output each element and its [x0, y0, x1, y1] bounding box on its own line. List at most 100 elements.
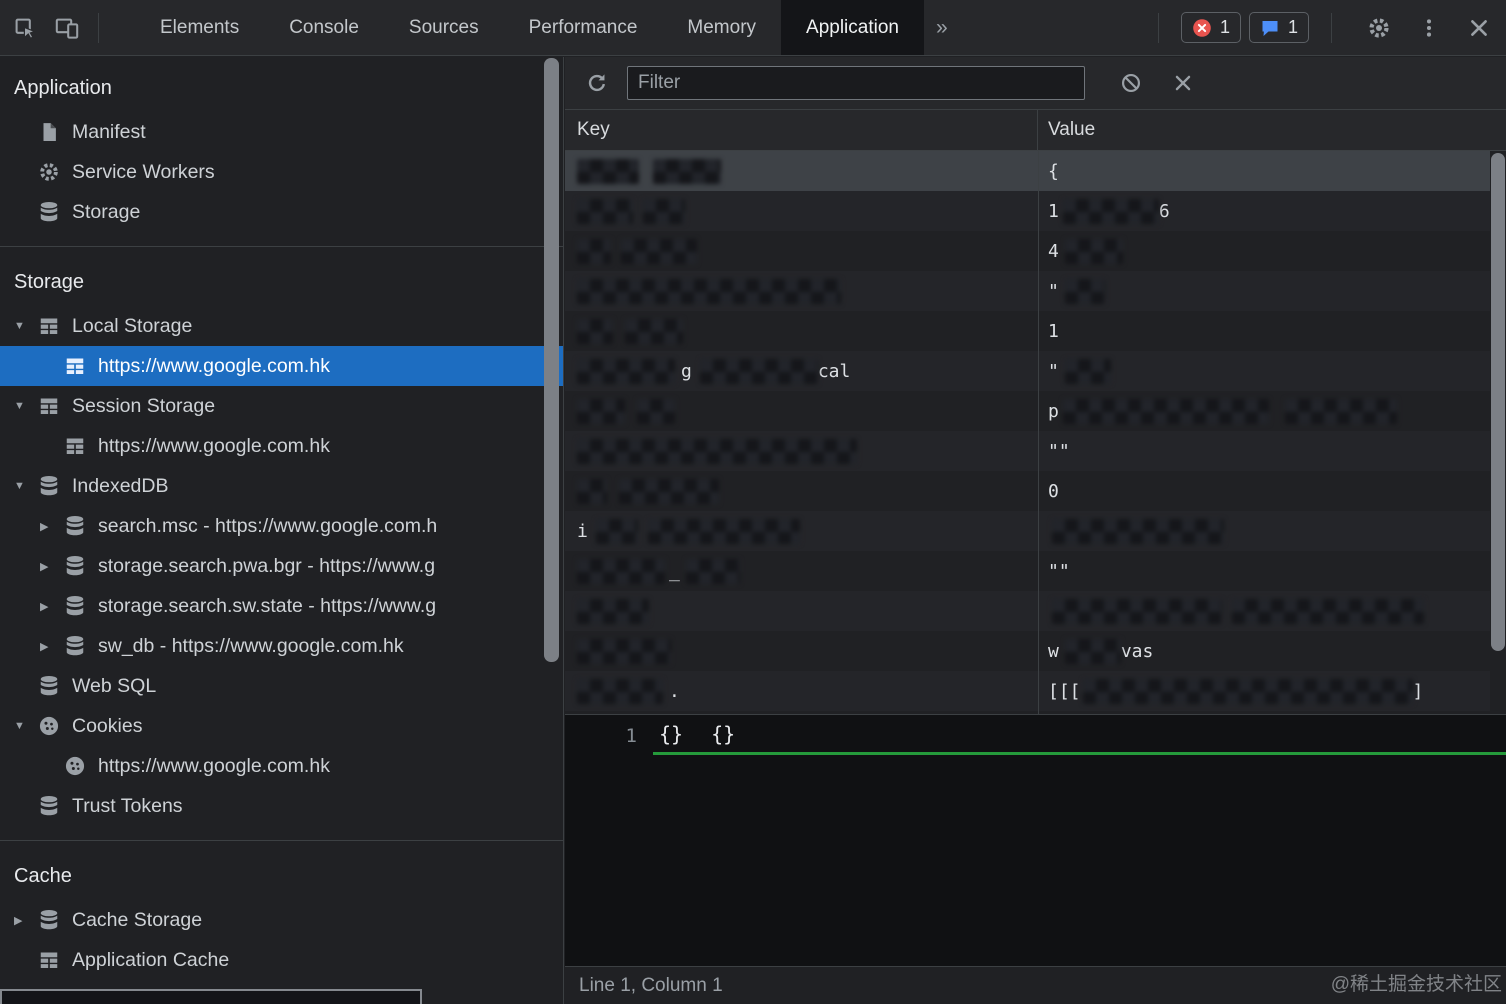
table-row[interactable]: 0 — [565, 471, 1490, 511]
column-divider[interactable] — [1038, 151, 1039, 714]
chevron-right-icon[interactable]: ▶ — [40, 640, 64, 653]
sidebar-item-storage-search-pwa-bgr-https-www-g[interactable]: ▶ storage.search.pwa.bgr - https://www.g — [0, 546, 563, 586]
topbar-right-controls: 1 1 — [1144, 11, 1496, 45]
sidebar-item-https-www-google-com-hk[interactable]: https://www.google.com.hk — [0, 426, 563, 466]
chevron-down-icon[interactable]: ▼ — [14, 400, 38, 412]
table-row[interactable]: p — [565, 391, 1490, 431]
chevron-right-icon[interactable]: ▶ — [40, 520, 64, 533]
tab-performance[interactable]: Performance — [504, 0, 663, 55]
table-scrollbar[interactable] — [1490, 151, 1506, 714]
column-header-key[interactable]: Key — [565, 110, 1038, 150]
cookie-icon — [38, 715, 60, 737]
key-cell — [565, 471, 1038, 511]
cell-text-fragment: "" — [1048, 440, 1070, 462]
sidebar-item-storage[interactable]: Storage — [0, 192, 563, 232]
cell-text-fragment: . — [669, 680, 680, 702]
redacted-block — [577, 598, 649, 624]
table-row[interactable]: 16 — [565, 191, 1490, 231]
code-area[interactable]: {} {} — [653, 715, 1506, 966]
chevron-down-icon[interactable]: ▼ — [14, 320, 38, 332]
sidebar-item-label: Session Storage — [72, 394, 216, 417]
table-row[interactable]: 1 — [565, 311, 1490, 351]
table-row[interactable]: "" — [565, 431, 1490, 471]
redacted-block — [1052, 518, 1224, 544]
table-row[interactable] — [565, 591, 1490, 631]
table-row[interactable]: i — [565, 511, 1490, 551]
value-cell: 4 — [1038, 231, 1490, 271]
cell-text-fragment: 0 — [1048, 480, 1059, 502]
chevron-down-icon[interactable]: ▼ — [14, 480, 38, 492]
tab-console[interactable]: Console — [264, 0, 384, 55]
cell-text-fragment: " — [1048, 280, 1059, 302]
table-row[interactable]: g cal " — [565, 351, 1490, 391]
sidebar-item-sw-db-https-www-google-com-hk[interactable]: ▶ sw_db - https://www.google.com.hk — [0, 626, 563, 666]
chevron-down-icon[interactable]: ▼ — [14, 720, 38, 732]
sidebar-item-trust-tokens[interactable]: Trust Tokens — [0, 786, 563, 826]
sidebar-scrollbar-thumb[interactable] — [544, 58, 559, 662]
sidebar-item-search-msc-https-www-google-com-h[interactable]: ▶ search.msc - https://www.google.com.h — [0, 506, 563, 546]
database-icon — [38, 201, 60, 223]
inspect-element-icon[interactable] — [8, 11, 42, 45]
table-row[interactable]: 4 — [565, 231, 1490, 271]
close-devtools-icon[interactable] — [1462, 11, 1496, 45]
table-icon — [64, 355, 86, 377]
chevron-right-icon[interactable]: ▶ — [14, 914, 38, 927]
sidebar-item-manifest[interactable]: Manifest — [0, 112, 563, 152]
database-icon — [64, 515, 86, 537]
redacted-block — [637, 398, 675, 424]
error-badge[interactable]: 1 — [1180, 12, 1241, 43]
table-row[interactable]: " — [565, 271, 1490, 311]
refresh-icon[interactable] — [579, 65, 615, 101]
tab-elements[interactable]: Elements — [135, 0, 264, 55]
redacted-block — [577, 478, 607, 504]
sidebar-item-label: IndexedDB — [72, 474, 169, 497]
settings-gear-icon[interactable] — [1362, 11, 1396, 45]
cell-text-fragment: 1 — [1048, 200, 1059, 222]
device-toolbar-icon[interactable] — [50, 11, 84, 45]
delete-selected-icon[interactable] — [1165, 65, 1201, 101]
sidebar-item-label: Cookies — [72, 714, 143, 737]
sidebar-item-cookies[interactable]: ▼ Cookies — [0, 706, 563, 746]
line-number-gutter: 1 — [565, 715, 653, 966]
tab-application[interactable]: Application — [781, 0, 924, 55]
database-icon — [64, 555, 86, 577]
filter-input[interactable] — [627, 66, 1085, 100]
sidebar-item-storage-search-sw-state-https-www-g[interactable]: ▶ storage.search.sw.state - https://www.g — [0, 586, 563, 626]
tab-sources[interactable]: Sources — [384, 0, 504, 55]
table-row[interactable]: { — [565, 151, 1490, 191]
database-icon — [38, 795, 60, 817]
tab-memory[interactable]: Memory — [662, 0, 781, 55]
table-scrollbar-thumb[interactable] — [1491, 153, 1505, 651]
table-row[interactable]: w vas — [565, 631, 1490, 671]
sidebar-item-https-www-google-com-hk[interactable]: https://www.google.com.hk — [0, 746, 563, 786]
more-tabs-button[interactable]: » — [924, 16, 960, 40]
sidebar-item-local-storage[interactable]: ▼ Local Storage — [0, 306, 563, 346]
kebab-menu-icon[interactable] — [1412, 11, 1446, 45]
issues-badge[interactable]: 1 — [1248, 12, 1309, 43]
sidebar-item-session-storage[interactable]: ▼ Session Storage — [0, 386, 563, 426]
sidebar-item-indexeddb[interactable]: ▼ IndexedDB — [0, 466, 563, 506]
column-header-value[interactable]: Value — [1038, 110, 1506, 150]
value-cell: " — [1038, 271, 1490, 311]
sidebar-item-application-cache[interactable]: Application Cache — [0, 940, 563, 980]
key-cell: g cal — [565, 351, 1038, 391]
key-cell — [565, 191, 1038, 231]
error-count: 1 — [1219, 17, 1230, 37]
sidebar-item-cache-storage[interactable]: ▶ Cache Storage — [0, 900, 563, 940]
sidebar-item-https-www-google-com-hk[interactable]: https://www.google.com.hk — [0, 346, 563, 386]
sidebar-section-title-cache: Cache — [14, 865, 72, 887]
chevron-right-icon[interactable]: ▶ — [40, 560, 64, 573]
sidebar-item-service-workers[interactable]: Service Workers — [0, 152, 563, 192]
value-cell: "" — [1038, 551, 1490, 591]
sidebar-item-web-sql[interactable]: Web SQL — [0, 666, 563, 706]
table-row[interactable]: _ "" — [565, 551, 1490, 591]
chevron-right-icon[interactable]: ▶ — [40, 600, 64, 613]
clear-all-icon[interactable] — [1113, 65, 1149, 101]
redacted-block — [619, 478, 719, 504]
sidebar-item-label: storage.search.sw.state - https://www.g — [98, 594, 437, 617]
redacted-block — [577, 398, 625, 424]
redacted-block — [577, 318, 613, 344]
sidebar-section-title-application: Application — [14, 77, 112, 99]
table-row[interactable]: . [[[] — [565, 671, 1490, 711]
redacted-block — [1064, 358, 1111, 384]
